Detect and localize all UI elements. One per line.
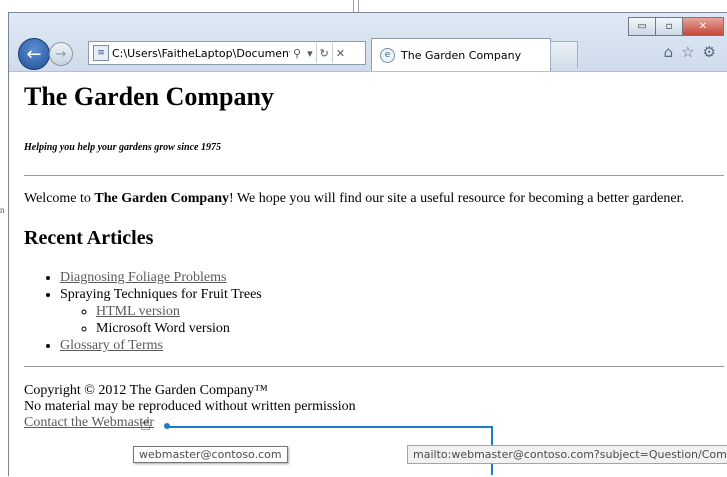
welcome-prefix: Welcome to xyxy=(24,191,95,206)
article-word-version: Microsoft Word version xyxy=(96,321,230,336)
article-link-html-version[interactable]: HTML version xyxy=(96,304,180,319)
page-content: The Garden Company Helping you help your… xyxy=(9,71,727,477)
section-heading: Recent Articles xyxy=(24,227,154,249)
notice-text: No material may be reproduced without wr… xyxy=(24,399,356,414)
back-button[interactable]: ← xyxy=(18,38,50,70)
link-tooltip: webmaster@contoso.com xyxy=(133,446,288,463)
company-name: The Garden Company xyxy=(94,191,229,206)
status-url: mailto:webmaster@contoso.com?subject=Que… xyxy=(407,445,727,464)
address-bar[interactable]: ≡ C:\Users\FaitheLaptop\Documents\ ⚲ ▾ ↻… xyxy=(88,41,366,65)
page-title: The Garden Company xyxy=(24,82,274,111)
close-button[interactable]: ✕ xyxy=(683,17,724,36)
forward-arrow-icon: → xyxy=(55,46,67,62)
back-arrow-icon: ← xyxy=(26,43,42,65)
background-window xyxy=(0,0,727,12)
list-item: Spraying Techniques for Fruit Trees HTML… xyxy=(60,286,262,337)
article-link-glossary[interactable]: Glossary of Terms xyxy=(60,338,163,353)
favorites-star-icon[interactable]: ☆ xyxy=(681,43,694,61)
tab-title: The Garden Company xyxy=(401,48,522,62)
welcome-suffix: ! We hope you will find our site a usefu… xyxy=(228,191,684,206)
contact-webmaster-link[interactable]: Contact the Webmaster xyxy=(24,415,154,430)
background-divider xyxy=(353,0,354,12)
background-fragment: n xyxy=(0,205,5,215)
tagline: Helping you help your gardens grow since… xyxy=(24,142,221,153)
articles-list: Diagnosing Foliage Problems Spraying Tec… xyxy=(24,269,262,354)
window-caption-buttons: ▭ ▫ ✕ xyxy=(628,17,724,36)
browser-window: ▭ ▫ ✕ ← → ≡ C:\Users\FaitheLaptop\Docume… xyxy=(8,12,727,477)
maximize-button[interactable]: ▫ xyxy=(656,17,683,36)
navigation-bar: ← → ≡ C:\Users\FaitheLaptop\Documents\ ⚲… xyxy=(9,35,727,71)
divider xyxy=(24,175,724,176)
hand-cursor-icon: ☝ xyxy=(140,414,151,435)
new-tab-button[interactable] xyxy=(550,41,578,68)
page-footer: Copyright © 2012 The Garden Company™ No … xyxy=(24,383,356,431)
article-link-foliage[interactable]: Diagnosing Foliage Problems xyxy=(60,270,226,285)
forward-button[interactable]: → xyxy=(49,42,73,66)
copyright-text: Copyright © 2012 The Garden Company™ xyxy=(24,383,268,398)
gear-icon[interactable]: ⚙ xyxy=(703,43,716,61)
minimize-button[interactable]: ▭ xyxy=(628,17,656,36)
list-item: Diagnosing Foliage Problems xyxy=(60,269,262,286)
divider xyxy=(24,366,724,367)
article-title-spraying: Spraying Techniques for Fruit Trees xyxy=(60,287,262,302)
stop-icon[interactable]: ✕ xyxy=(333,47,348,60)
welcome-text: Welcome to The Garden Company! We hope y… xyxy=(24,191,684,207)
dropdown-icon[interactable]: ▾ xyxy=(304,47,316,60)
address-text[interactable]: C:\Users\FaitheLaptop\Documents\ xyxy=(112,47,290,60)
search-icon[interactable]: ⚲ xyxy=(290,47,304,60)
list-item: Microsoft Word version xyxy=(96,320,262,337)
tab-garden-company[interactable]: e The Garden Company xyxy=(371,38,551,71)
ie-page-icon: e xyxy=(380,47,395,63)
list-item: Glossary of Terms xyxy=(60,337,262,354)
home-icon[interactable]: ⌂ xyxy=(664,43,674,61)
toolbar-icons: ⌂ ☆ ⚙ xyxy=(664,43,716,61)
list-item: HTML version xyxy=(96,303,262,320)
refresh-icon[interactable]: ↻ xyxy=(317,47,332,60)
callout-dot xyxy=(164,423,170,429)
callout-line xyxy=(168,426,492,428)
background-divider xyxy=(358,0,359,12)
page-icon: ≡ xyxy=(93,45,109,61)
